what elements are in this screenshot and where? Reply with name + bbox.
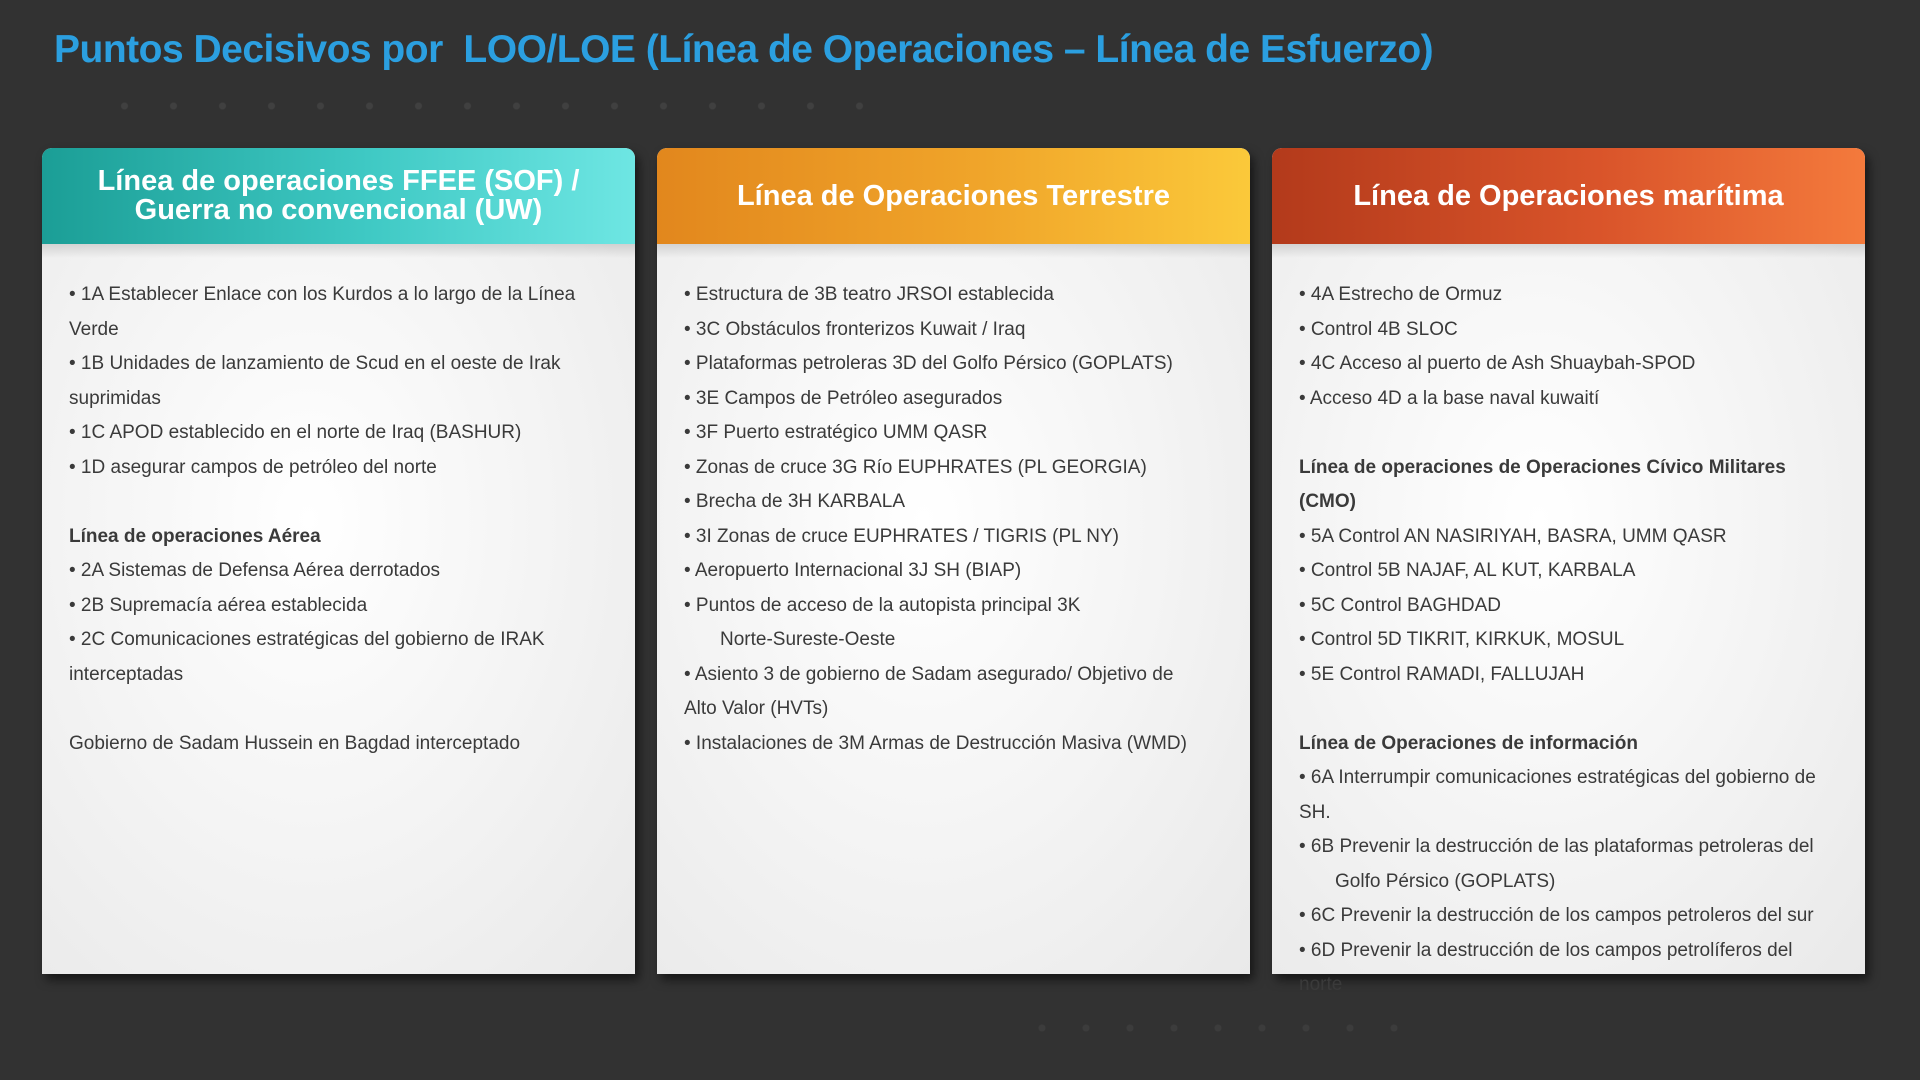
decorative-dots bbox=[100, 96, 900, 116]
decorative-dots bbox=[1020, 1020, 1400, 1036]
list-item: • 6D Prevenir la destrucción de los camp… bbox=[1299, 939, 1793, 961]
list-item: • Plataformas petroleras 3D del Golfo Pé… bbox=[684, 353, 1173, 374]
list-item: • Brecha de 3H KARBALA bbox=[684, 491, 906, 512]
column-terrestre: Línea de Operaciones Terrestre • Estruct… bbox=[657, 148, 1250, 974]
column-header-title: Línea de Operaciones marítima bbox=[1353, 179, 1784, 212]
list-item: • Estructura de 3B teatro JRSOI establec… bbox=[684, 284, 1054, 305]
list-item: SH. bbox=[1299, 801, 1331, 823]
column-header-sof: Línea de operaciones FFEE (SOF) / Guerra… bbox=[42, 148, 635, 258]
list-item: • Instalaciones de 3M Armas de Destrucci… bbox=[684, 732, 1187, 754]
list-item: Gobierno de Sadam Hussein en Bagdad inte… bbox=[69, 732, 521, 754]
list-item: • 3E Campos de Petróleo asegurados bbox=[684, 387, 1003, 409]
column-body: • Estructura de 3B teatro JRSOI establec… bbox=[657, 244, 1250, 761]
list-item: • Puntos de acceso de la autopista princ… bbox=[684, 594, 1081, 616]
list-item: • Aeropuerto Internacional 3J SH (BIAP) bbox=[684, 560, 1022, 581]
list-item: • Asiento 3 de gobierno de Sadam asegura… bbox=[684, 663, 1174, 685]
list-item: suprimidas bbox=[69, 387, 161, 409]
list-item: • 6B Prevenir la destrucción de las plat… bbox=[1299, 836, 1814, 857]
list-item: • Acceso 4D a la base naval kuwaití bbox=[1299, 387, 1600, 409]
list-item: Alto Valor (HVTs) bbox=[684, 698, 829, 719]
column-header-title: Línea de operaciones FFEE (SOF) / Guerra… bbox=[97, 165, 580, 226]
list-item: Norte-Sureste-Oeste bbox=[720, 629, 896, 650]
list-item: • 2C Comunicaciones estratégicas del gob… bbox=[69, 629, 545, 650]
list-item: • Control 5B NAJAF, AL KUT, KARBALA bbox=[1299, 560, 1636, 581]
list-item: • 2B Supremacía aérea establecida bbox=[69, 594, 368, 616]
column-header-maritima: Línea de Operaciones marítima bbox=[1272, 148, 1865, 258]
list-item: • 1A Establecer Enlace con los Kurdos a … bbox=[69, 284, 576, 305]
list-item: • Control 4B SLOC bbox=[1299, 318, 1458, 340]
column-maritima: Línea de Operaciones marítima • 4A Estre… bbox=[1272, 148, 1865, 995]
list-item: • 4C Acceso al puerto de Ash Shuaybah-SP… bbox=[1299, 353, 1696, 374]
list-item: • 4A Estrecho de Ormuz bbox=[1299, 284, 1503, 305]
list-item: • 1B Unidades de lanzamiento de Scud en … bbox=[69, 353, 561, 374]
column-body: • 4A Estrecho de Ormuz • Control 4B SLOC •… bbox=[1272, 244, 1865, 1003]
list-item: • 6C Prevenir la destrucción de los camp… bbox=[1299, 905, 1814, 926]
column-body: • 1A Establecer Enlace con los Kurdos a … bbox=[42, 244, 635, 761]
section-heading: Línea de operaciones Aérea bbox=[69, 525, 321, 547]
column-header-terrestre: Línea de Operaciones Terrestre bbox=[657, 148, 1250, 258]
list-item: Verde bbox=[69, 318, 119, 340]
column-header-title: Línea de Operaciones Terrestre bbox=[736, 179, 1171, 212]
columns-container: Línea de operaciones FFEE (SOF) / Guerra… bbox=[42, 148, 1865, 995]
list-item: • 3F Puerto estratégico UMM QASR bbox=[684, 422, 988, 443]
page-title: Puntos Decisivos por LOO/LOE (Línea de O… bbox=[54, 28, 1434, 71]
column-sof: Línea de operaciones FFEE (SOF) / Guerra… bbox=[42, 148, 635, 974]
list-item: • 3C Obstáculos fronterizos Kuwait / Ira… bbox=[684, 318, 1026, 340]
list-item: • 5E Control RAMADI, FALLUJAH bbox=[1299, 663, 1585, 685]
list-item: • 6A Interrumpir comunicaciones estratég… bbox=[1299, 767, 1816, 788]
list-item: Golfo Pérsico (GOPLATS) bbox=[1335, 870, 1556, 892]
list-item: • 2A Sistemas de Defensa Aérea derrotado… bbox=[69, 560, 441, 581]
list-item: • 3I Zonas de cruce EUPHRATES / TIGRIS (… bbox=[684, 525, 1119, 547]
section-heading: Línea de Operaciones de información bbox=[1299, 732, 1638, 754]
list-item: • Zonas de cruce 3G Río EUPHRATES (PL GE… bbox=[684, 456, 1147, 478]
list-item: norte bbox=[1299, 974, 1343, 995]
list-item: • 1D asegurar campos de petróleo del nor… bbox=[69, 456, 437, 478]
list-item: • Control 5D TIKRIT, KIRKUK, MOSUL bbox=[1299, 629, 1625, 650]
list-item: • 5A Control AN NASIRIYAH, BASRA, UMM QA… bbox=[1299, 525, 1727, 547]
section-heading: Línea de operaciones de Operaciones Cívi… bbox=[1299, 456, 1786, 513]
list-item: interceptadas bbox=[69, 663, 184, 685]
list-item: • 5C Control BAGHDAD bbox=[1299, 594, 1501, 616]
list-item: • 1C APOD establecido en el norte de Ira… bbox=[69, 422, 522, 443]
